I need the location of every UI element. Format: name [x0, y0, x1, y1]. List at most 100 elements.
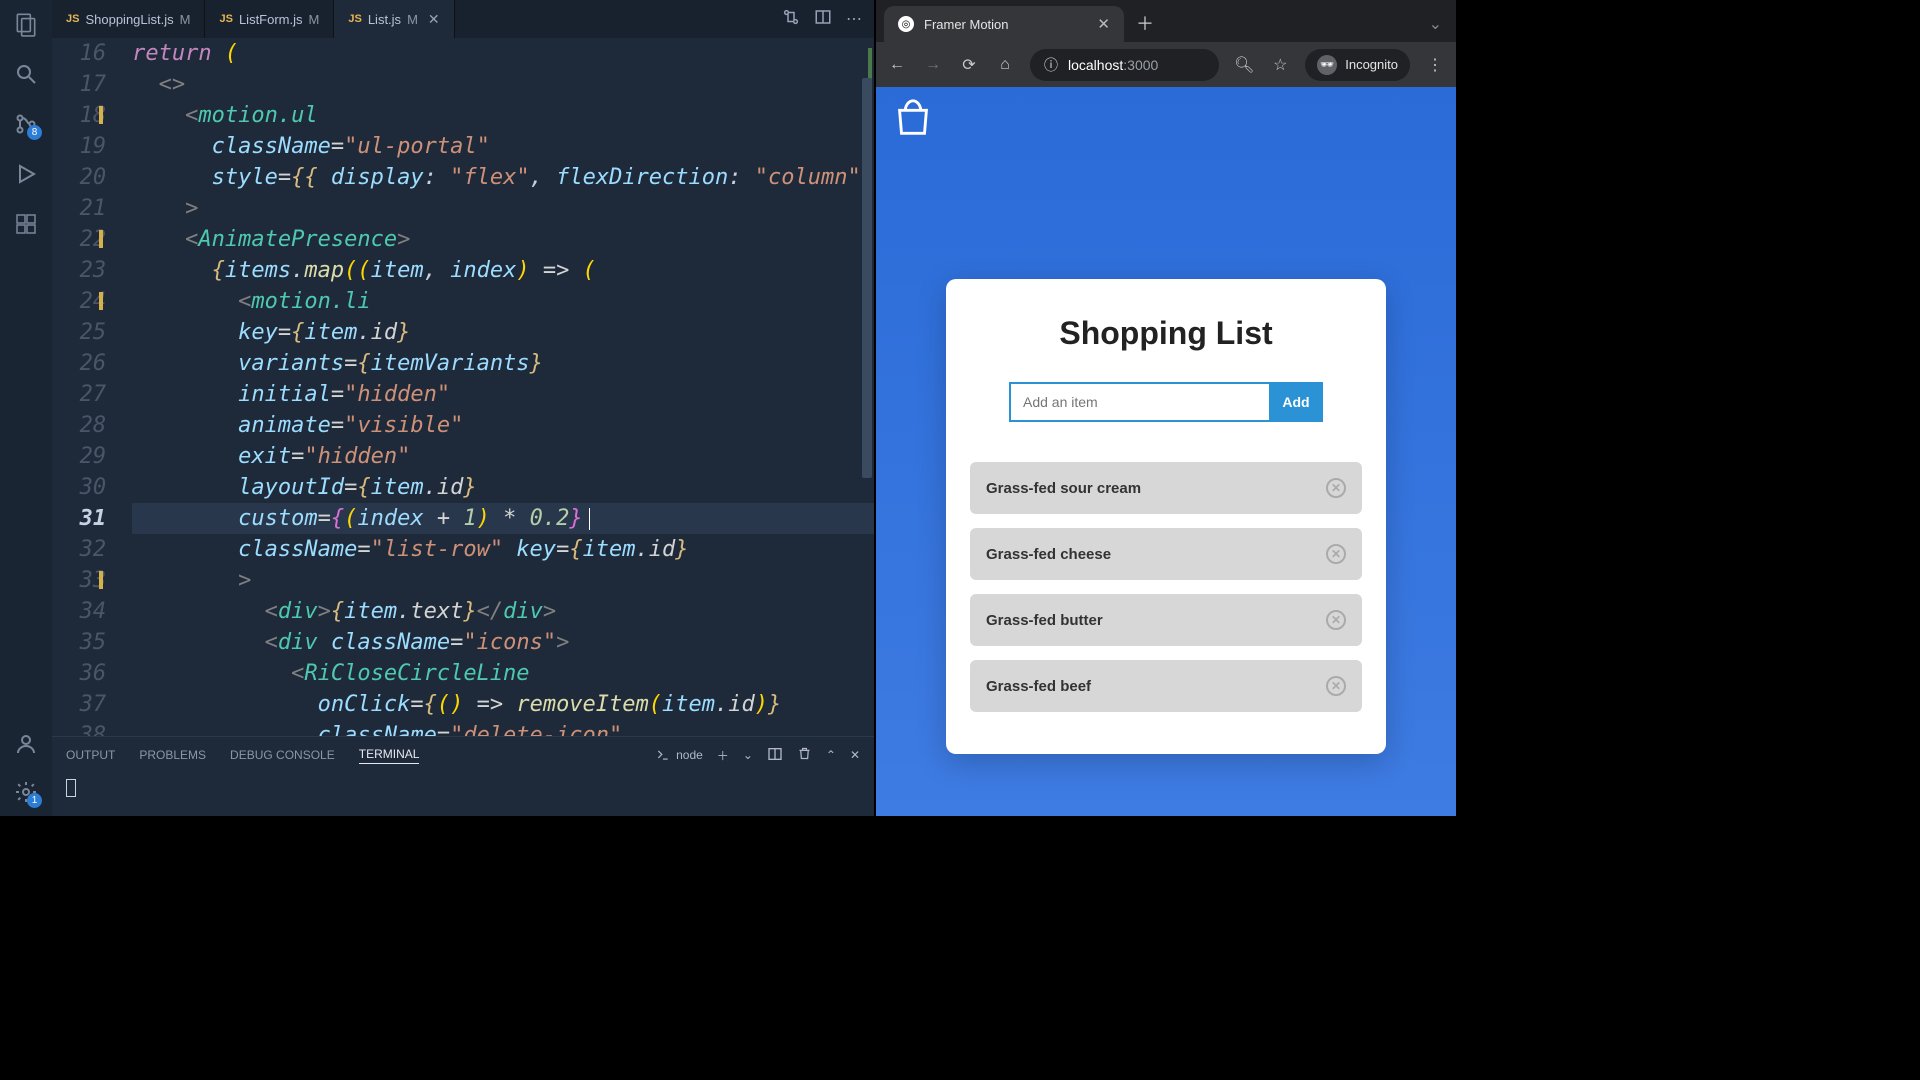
list-item[interactable]: Grass-fed sour cream ✕: [970, 462, 1362, 514]
more-actions-icon[interactable]: ⋯: [846, 9, 862, 29]
code-line[interactable]: variants={itemVariants}: [132, 348, 874, 379]
panel-tab-problems[interactable]: PROBLEMS: [139, 748, 206, 762]
maximize-panel-icon[interactable]: ⌃: [826, 748, 836, 762]
delete-item-icon[interactable]: ✕: [1326, 676, 1346, 696]
new-terminal-icon[interactable]: ＋: [717, 747, 729, 764]
code-line[interactable]: className="delete-icon": [132, 720, 874, 736]
site-info-icon[interactable]: ⓘ: [1044, 55, 1058, 75]
kill-terminal-icon[interactable]: [797, 746, 812, 764]
panel-tab-terminal[interactable]: TERMINAL: [359, 747, 420, 764]
code-line[interactable]: <motion.li: [132, 286, 874, 317]
code-line[interactable]: style={{ display: "flex", flexDirection:…: [132, 162, 874, 193]
tab-filename: List.js: [368, 12, 401, 27]
vscode-window: 8 1 JSShoppingList.jsMJSListForm.jsMJSLi…: [0, 0, 874, 816]
code-line[interactable]: <div>{item.text}</div>: [132, 596, 874, 627]
panel-tab-output[interactable]: OUTPUT: [66, 748, 115, 762]
item-list: Grass-fed sour cream✕Grass-fed cheese✕Gr…: [970, 462, 1362, 712]
scm-badge: 8: [27, 125, 42, 140]
search-icon[interactable]: [12, 60, 40, 88]
search-page-icon[interactable]: 🔍︎: [1233, 55, 1255, 75]
code-line[interactable]: key={item.id}: [132, 317, 874, 348]
code-line[interactable]: return (: [132, 38, 874, 69]
code-line[interactable]: >: [132, 193, 874, 224]
code-line[interactable]: <motion.ul: [132, 100, 874, 131]
bottom-panel: OUTPUT PROBLEMS DEBUG CONSOLE TERMINAL node…: [52, 736, 874, 816]
incognito-indicator[interactable]: 🕶 Incognito: [1305, 49, 1410, 81]
editor-tab[interactable]: JSList.jsM✕: [334, 0, 454, 38]
settings-badge: 1: [27, 793, 42, 808]
tab-modified-indicator: M: [180, 12, 191, 27]
browser-tab[interactable]: ◎ Framer Motion ✕: [884, 6, 1124, 42]
add-item-form: Add: [970, 382, 1362, 422]
address-bar[interactable]: ⓘ localhost:3000: [1030, 49, 1219, 81]
explorer-icon[interactable]: [12, 10, 40, 38]
browser-tab-title: Framer Motion: [924, 17, 1009, 32]
home-button[interactable]: ⌂: [994, 56, 1016, 74]
incognito-icon: 🕶: [1317, 55, 1337, 75]
editor-tab[interactable]: JSListForm.jsM: [205, 0, 334, 38]
browser-tabstrip: ◎ Framer Motion ✕ ＋ ⌄: [876, 0, 1456, 42]
code-line[interactable]: custom={(index + 1) * 0.2}: [132, 503, 874, 534]
account-icon[interactable]: [12, 730, 40, 758]
code-editor[interactable]: 1617181920212223242526272829303132333435…: [52, 38, 874, 736]
delete-item-icon[interactable]: ✕: [1326, 610, 1346, 630]
add-item-input[interactable]: [1009, 382, 1269, 422]
tab-close-icon[interactable]: ✕: [1097, 15, 1110, 33]
card-title: Shopping List: [970, 315, 1362, 352]
code-line[interactable]: exit="hidden": [132, 441, 874, 472]
browser-menu-icon[interactable]: ⋮: [1424, 55, 1446, 75]
code-line[interactable]: animate="visible": [132, 410, 874, 441]
item-text: Grass-fed cheese: [986, 546, 1111, 563]
item-text: Grass-fed sour cream: [986, 480, 1141, 497]
terminal-shell-picker[interactable]: node: [656, 748, 703, 762]
code-line[interactable]: <RiCloseCircleLine: [132, 658, 874, 689]
list-item[interactable]: Grass-fed beef ✕: [970, 660, 1362, 712]
editor-tabs: JSShoppingList.jsMJSListForm.jsMJSList.j…: [52, 0, 874, 38]
code-line[interactable]: onClick={() => removeItem(item.id)}: [132, 689, 874, 720]
terminal-body[interactable]: [52, 773, 874, 808]
run-debug-icon[interactable]: [12, 160, 40, 188]
list-item[interactable]: Grass-fed butter ✕: [970, 594, 1362, 646]
terminal-dropdown-icon[interactable]: ⌄: [743, 748, 753, 762]
settings-gear-icon[interactable]: 1: [12, 778, 40, 806]
panel-tabs: OUTPUT PROBLEMS DEBUG CONSOLE TERMINAL node…: [52, 737, 874, 773]
close-panel-icon[interactable]: ✕: [850, 748, 860, 762]
code-line[interactable]: >: [132, 565, 874, 596]
split-terminal-icon[interactable]: [767, 746, 783, 765]
back-button[interactable]: ←: [886, 56, 908, 74]
code-line[interactable]: layoutId={item.id}: [132, 472, 874, 503]
editor-scrollbar[interactable]: [858, 38, 872, 736]
tab-close-icon[interactable]: ✕: [428, 11, 440, 28]
tab-search-icon[interactable]: ⌄: [1429, 14, 1442, 34]
panel-tab-debug-console[interactable]: DEBUG CONSOLE: [230, 748, 335, 762]
editor-tab[interactable]: JSShoppingList.jsM: [52, 0, 205, 38]
tab-modified-indicator: M: [407, 12, 418, 27]
split-editor-icon[interactable]: [814, 8, 832, 31]
page-viewport: Shopping List Add Grass-fed sour cream✕G…: [876, 87, 1456, 816]
list-item[interactable]: Grass-fed cheese ✕: [970, 528, 1362, 580]
terminal-cursor: [66, 779, 76, 797]
tab-modified-indicator: M: [309, 12, 320, 27]
extensions-icon[interactable]: [12, 210, 40, 238]
url-port: :3000: [1123, 57, 1158, 73]
browser-toolbar: ← → ⟳ ⌂ ⓘ localhost:3000 🔍︎ ☆ 🕶 Incognit…: [876, 42, 1456, 87]
item-text: Grass-fed beef: [986, 678, 1091, 695]
code-line[interactable]: className="ul-portal": [132, 131, 874, 162]
add-button[interactable]: Add: [1269, 382, 1323, 422]
new-tab-button[interactable]: ＋: [1136, 10, 1154, 36]
code-line[interactable]: initial="hidden": [132, 379, 874, 410]
code-line[interactable]: {items.map((item, index) => (: [132, 255, 874, 286]
code-line[interactable]: <>: [132, 69, 874, 100]
code-line[interactable]: <AnimatePresence>: [132, 224, 874, 255]
item-text: Grass-fed butter: [986, 612, 1103, 629]
delete-item-icon[interactable]: ✕: [1326, 478, 1346, 498]
source-control-icon[interactable]: 8: [12, 110, 40, 138]
code-line[interactable]: className="list-row" key={item.id}: [132, 534, 874, 565]
compare-changes-icon[interactable]: [782, 8, 800, 31]
bookmark-icon[interactable]: ☆: [1269, 55, 1291, 75]
forward-button[interactable]: →: [922, 56, 944, 74]
code-line[interactable]: <div className="icons">: [132, 627, 874, 658]
browser-window: ◎ Framer Motion ✕ ＋ ⌄ ← → ⟳ ⌂ ⓘ localhos…: [874, 0, 1456, 816]
reload-button[interactable]: ⟳: [958, 55, 980, 75]
delete-item-icon[interactable]: ✕: [1326, 544, 1346, 564]
